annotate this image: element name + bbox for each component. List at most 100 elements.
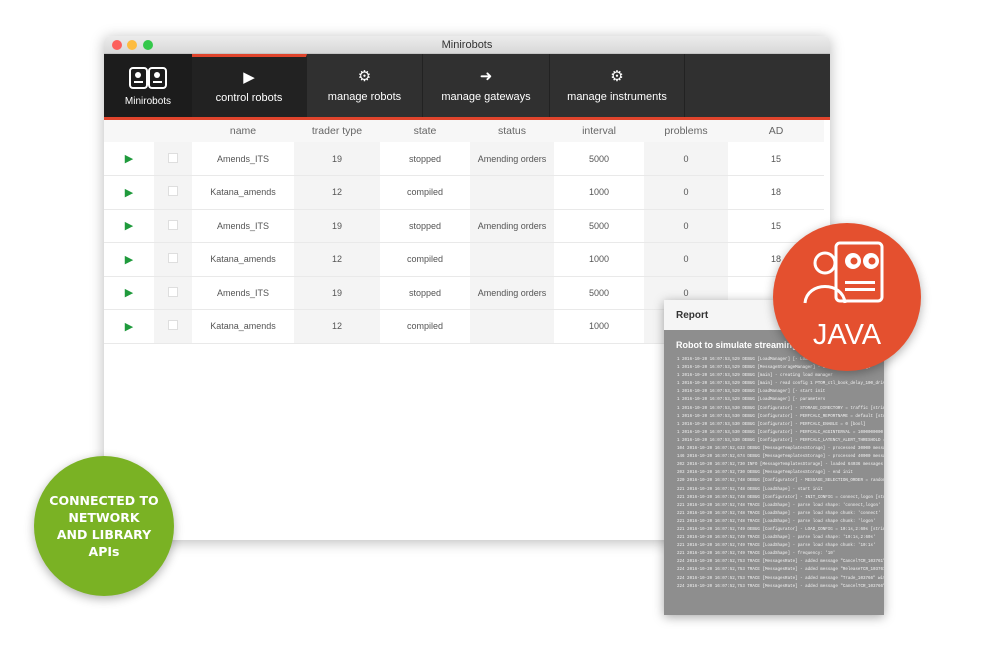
- cell-problems: 0: [644, 242, 728, 277]
- row-select-cell[interactable]: [154, 175, 192, 210]
- cell-state: stopped: [380, 142, 470, 176]
- column-header-problems[interactable]: problems: [644, 120, 728, 142]
- column-header-run: [104, 120, 154, 142]
- table-row[interactable]: ▶ Amends_ITS 19 stopped Amending orders …: [104, 142, 824, 176]
- row-checkbox[interactable]: [168, 286, 178, 297]
- column-header-state[interactable]: state: [380, 120, 470, 142]
- log-line: 221 2016-10-20 16:07:52,748 TRACE [LoadS…: [677, 503, 881, 508]
- row-select-cell[interactable]: [154, 142, 192, 176]
- cell-interval: 1000: [554, 175, 644, 210]
- log-line: 1 2016-10-20 16:07:53,530 DEBUG [Configu…: [677, 414, 884, 419]
- log-line: 221 2016-10-20 16:07:52,748 TRACE [LoadS…: [677, 511, 881, 516]
- play-icon: ▶: [124, 220, 134, 233]
- play-icon: ▶: [243, 69, 255, 86]
- window-title: Minirobots: [441, 39, 493, 51]
- log-line: 1 2016-10-20 16:07:53,530 DEBUG [Configu…: [677, 406, 884, 411]
- log-line: 224 2016-10-20 16:07:52,753 TRACE [Messa…: [677, 568, 884, 573]
- gears-icon: ⚙: [610, 67, 624, 85]
- tab-label: manage gateways: [441, 90, 531, 103]
- row-select-cell[interactable]: [154, 209, 192, 243]
- cell-ad: 15: [728, 142, 824, 176]
- gear-icon: ⚙: [357, 67, 372, 85]
- cell-trader-type: 12: [294, 309, 380, 344]
- cell-trader-type: 19: [294, 276, 380, 310]
- tab-label: manage instruments: [567, 90, 667, 103]
- report-log: 1 2016-10-20 16:07:53,529 DEBUG [LoadMan…: [664, 356, 884, 591]
- table-row[interactable]: ▶ Katana_amends 12 compiled 1000 0 18: [104, 242, 824, 277]
- connected-badge: CONNECTED TO NETWORK AND LIBRARY APIs: [34, 456, 174, 596]
- row-checkbox[interactable]: [168, 186, 178, 197]
- cell-interval: 5000: [554, 276, 644, 310]
- log-line: 146 2016-10-20 16:07:52,674 DEBUG [Messa…: [677, 455, 884, 460]
- row-checkbox[interactable]: [168, 253, 178, 264]
- cell-state: compiled: [380, 242, 470, 277]
- row-select-cell[interactable]: [154, 309, 192, 344]
- cell-interval: 5000: [554, 209, 644, 243]
- title-bar: Minirobots: [104, 36, 830, 54]
- cell-ad: 18: [728, 175, 824, 210]
- log-line: 1 2016-10-20 16:07:53,530 DEBUG [Configu…: [677, 438, 884, 443]
- column-header-status[interactable]: status: [470, 120, 554, 142]
- log-line: 221 2016-10-20 16:07:52,749 DEBUG [Confi…: [677, 527, 884, 532]
- run-button[interactable]: ▶: [104, 242, 154, 277]
- tab-label: manage robots: [327, 90, 402, 103]
- tab-manage-robots[interactable]: ⚙ manage robots: [307, 54, 423, 117]
- cell-interval: 1000: [554, 242, 644, 277]
- cell-state: compiled: [380, 175, 470, 210]
- log-line: 224 2016-10-20 16:07:52,753 TRACE [Messa…: [677, 560, 884, 565]
- column-header-name[interactable]: name: [192, 120, 294, 142]
- robot-person-icon: [803, 241, 884, 304]
- brand-logo[interactable]: Minirobots: [104, 54, 192, 117]
- row-select-cell[interactable]: [154, 242, 192, 277]
- log-line: 1 2016-10-20 16:07:53,529 DEBUG [main] -…: [677, 382, 884, 387]
- cell-problems: 0: [644, 175, 728, 210]
- tab-manage-instruments[interactable]: ⚙ manage instruments: [550, 54, 685, 117]
- log-line: 220 2016-10-20 16:07:52,748 DEBUG [Confi…: [677, 479, 884, 484]
- log-line: 203 2016-10-20 16:07:52,730 DEBUG [Messa…: [677, 471, 853, 476]
- cell-status: [470, 175, 554, 210]
- brand-name: Minirobots: [124, 96, 172, 107]
- row-select-cell[interactable]: [154, 276, 192, 310]
- cell-trader-type: 19: [294, 142, 380, 176]
- run-button[interactable]: ▶: [104, 276, 154, 310]
- column-header-ad[interactable]: AD: [728, 120, 824, 142]
- column-header-select: [154, 120, 192, 142]
- cell-status: Amending orders: [470, 142, 554, 176]
- cell-state: stopped: [380, 209, 470, 243]
- table-row[interactable]: ▶ Katana_amends 12 compiled 1000 0 18: [104, 175, 824, 210]
- tab-control-robots[interactable]: ▶ control robots: [192, 54, 307, 117]
- cell-name: Katana_amends: [192, 175, 294, 210]
- row-checkbox[interactable]: [168, 320, 178, 331]
- log-line: 1 2016-10-20 16:07:53,529 DEBUG [LoadMan…: [677, 390, 826, 395]
- cell-status: Amending orders: [470, 209, 554, 243]
- cell-state: compiled: [380, 309, 470, 344]
- play-icon: ▶: [124, 253, 134, 266]
- column-header-interval[interactable]: interval: [554, 120, 644, 142]
- run-button[interactable]: ▶: [104, 209, 154, 243]
- cell-problems: 0: [644, 209, 728, 243]
- log-line: 224 2016-10-20 16:07:52,753 TRACE [Messa…: [677, 584, 884, 589]
- column-header-trader-type[interactable]: trader type: [294, 120, 380, 142]
- log-line: 1 2016-10-20 16:07:53,529 DEBUG [LoadMan…: [677, 398, 826, 403]
- tab-manage-gateways[interactable]: ➜ manage gateways: [423, 54, 550, 117]
- log-line: 221 2016-10-20 16:07:52,748 TRACE [LoadS…: [677, 519, 876, 524]
- log-line: 104 2016-10-20 16:07:52,633 DEBUG [Messa…: [677, 447, 884, 452]
- run-button[interactable]: ▶: [104, 142, 154, 176]
- cell-name: Amends_ITS: [192, 276, 294, 310]
- run-button[interactable]: ▶: [104, 175, 154, 210]
- run-button[interactable]: ▶: [104, 309, 154, 344]
- top-navigation: Minirobots ▶ control robots ⚙ manage rob…: [104, 54, 830, 120]
- row-checkbox[interactable]: [168, 219, 178, 230]
- log-line: 1 2016-10-20 16:07:53,530 DEBUG [Configu…: [677, 430, 884, 435]
- play-icon: ▶: [124, 153, 134, 165]
- play-icon: ▶: [124, 287, 134, 300]
- cell-name: Amends_ITS: [192, 209, 294, 243]
- table-row[interactable]: ▶ Amends_ITS 19 stopped Amending orders …: [104, 209, 824, 243]
- row-checkbox[interactable]: [168, 152, 178, 163]
- java-label: JAVA: [812, 319, 882, 351]
- cell-interval: 1000: [554, 309, 644, 344]
- log-line: 224 2016-10-20 16:07:52,753 TRACE [Messa…: [677, 576, 884, 581]
- log-line: 221 2016-10-20 16:07:52,748 DEBUG [LoadS…: [677, 487, 823, 492]
- log-line: 221 2016-10-20 16:07:52,748 DEBUG [Confi…: [677, 495, 884, 500]
- robot-logo-icon: [129, 67, 167, 89]
